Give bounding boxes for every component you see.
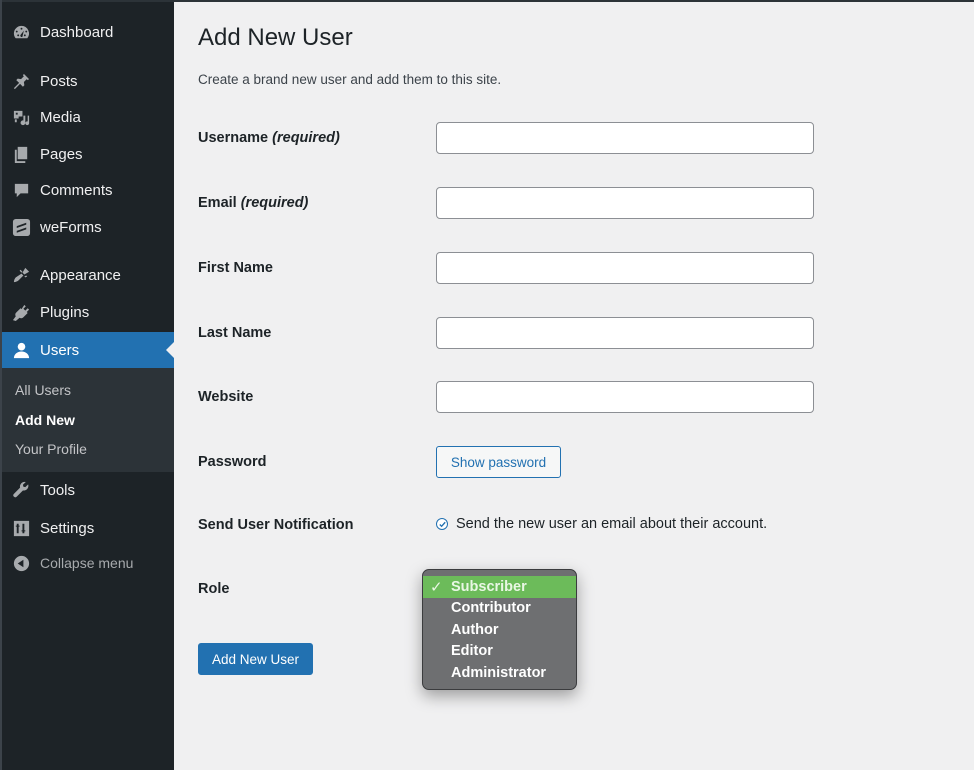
sidebar-item-label: Dashboard	[40, 23, 114, 41]
sidebar-item-label: Settings	[40, 519, 95, 537]
show-password-button[interactable]: Show password	[436, 446, 561, 478]
send-notification-text: Send the new user an email about their a…	[456, 516, 768, 532]
last-name-label: Last Name	[198, 325, 272, 341]
window-left-border	[0, 0, 2, 770]
page-title: Add New User	[198, 24, 353, 51]
sidebar-item-media[interactable]: Media	[0, 100, 174, 134]
role-option-subscriber[interactable]: ✓ Subscriber	[423, 576, 576, 598]
sidebar-item-appearance[interactable]: Appearance	[0, 258, 174, 292]
role-option-author[interactable]: Author	[423, 619, 576, 641]
sidebar-item-label: Users	[40, 341, 80, 359]
submenu-item-all-users[interactable]: All Users	[15, 382, 71, 398]
role-option-label: Contributor	[451, 600, 531, 617]
main-content: Add New User Create a brand new user and…	[174, 0, 974, 770]
send-notification-label: Send User Notification	[198, 517, 354, 533]
sidebar-item-label: weForms	[40, 218, 102, 236]
sidebar-item-pages[interactable]: Pages	[0, 137, 174, 171]
page-description: Create a brand new user and add them to …	[198, 72, 502, 87]
dashboard-icon	[11, 22, 31, 42]
email-input[interactable]	[436, 187, 814, 219]
role-option-label: Administrator	[451, 664, 547, 681]
checkmark-icon	[438, 521, 446, 527]
sidebar-item-label: Pages	[40, 145, 83, 163]
username-label-text: Username	[198, 130, 269, 146]
required-note: (required)	[272, 130, 340, 146]
sidebar-item-tools[interactable]: Tools	[0, 473, 174, 507]
sidebar-item-posts[interactable]: Posts	[0, 64, 174, 98]
paintbrush-icon	[11, 265, 31, 285]
role-option-contributor[interactable]: Contributor	[423, 598, 576, 620]
sidebar-item-settings[interactable]: Settings	[0, 511, 174, 545]
sidebar-item-label: Posts	[40, 72, 78, 90]
sidebar-item-comments[interactable]: Comments	[0, 173, 174, 207]
comment-icon	[11, 180, 31, 200]
window-top-border	[0, 0, 974, 2]
submenu-item-add-new[interactable]: Add New	[15, 412, 75, 428]
password-label: Password	[198, 454, 267, 470]
website-label: Website	[198, 389, 254, 405]
admin-sidebar: Dashboard Posts Media Pages Comments weF…	[0, 0, 174, 770]
role-option-administrator[interactable]: Administrator	[423, 662, 576, 684]
first-name-input[interactable]	[436, 252, 814, 284]
sidebar-item-label: Comments	[40, 181, 113, 199]
email-label-text: Email	[198, 195, 237, 211]
media-icon	[11, 107, 31, 127]
role-option-label: Subscriber	[451, 578, 527, 595]
first-name-label: First Name	[198, 260, 273, 276]
collapse-menu-button[interactable]: Collapse menu	[0, 546, 174, 580]
sidebar-item-label: Media	[40, 108, 81, 126]
selected-check-icon: ✓	[430, 578, 443, 596]
role-option-editor[interactable]: Editor	[423, 641, 576, 663]
role-dropdown-menu[interactable]: ✓ Subscriber Contributor Author Editor A…	[422, 569, 577, 690]
pages-icon	[11, 144, 31, 164]
role-option-label: Editor	[451, 643, 493, 660]
website-input[interactable]	[436, 381, 814, 413]
submenu-item-your-profile[interactable]: Your Profile	[15, 441, 87, 457]
user-icon	[11, 340, 31, 360]
plug-icon	[11, 302, 31, 322]
add-new-user-button[interactable]: Add New User	[198, 643, 313, 675]
sidebar-item-weforms[interactable]: weForms	[0, 210, 174, 244]
send-notification-checkbox[interactable]	[436, 518, 448, 530]
sidebar-item-users[interactable]: Users	[0, 332, 174, 368]
collapse-arrow-icon	[11, 553, 31, 573]
username-input[interactable]	[436, 122, 814, 154]
sidebar-item-dashboard[interactable]: Dashboard	[0, 15, 174, 49]
pushpin-icon	[11, 71, 31, 91]
role-option-label: Author	[451, 621, 499, 638]
sidebar-item-label: Plugins	[40, 303, 90, 321]
sidebar-item-label: Tools	[40, 481, 76, 499]
required-note: (required)	[240, 195, 309, 211]
settings-icon	[11, 518, 31, 538]
username-label: Username (required)	[198, 130, 340, 146]
send-notification-option: Send the new user an email about their a…	[436, 516, 767, 532]
email-label: Email (required)	[198, 195, 308, 211]
last-name-input[interactable]	[436, 317, 814, 349]
sidebar-item-label: Appearance	[40, 266, 121, 284]
weforms-icon	[11, 217, 31, 237]
sidebar-item-plugins[interactable]: Plugins	[0, 295, 174, 329]
role-label: Role	[198, 581, 230, 597]
users-submenu: All Users Add New Your Profile	[0, 368, 174, 472]
collapse-menu-label: Collapse menu	[40, 555, 134, 571]
wrench-icon	[11, 480, 31, 500]
